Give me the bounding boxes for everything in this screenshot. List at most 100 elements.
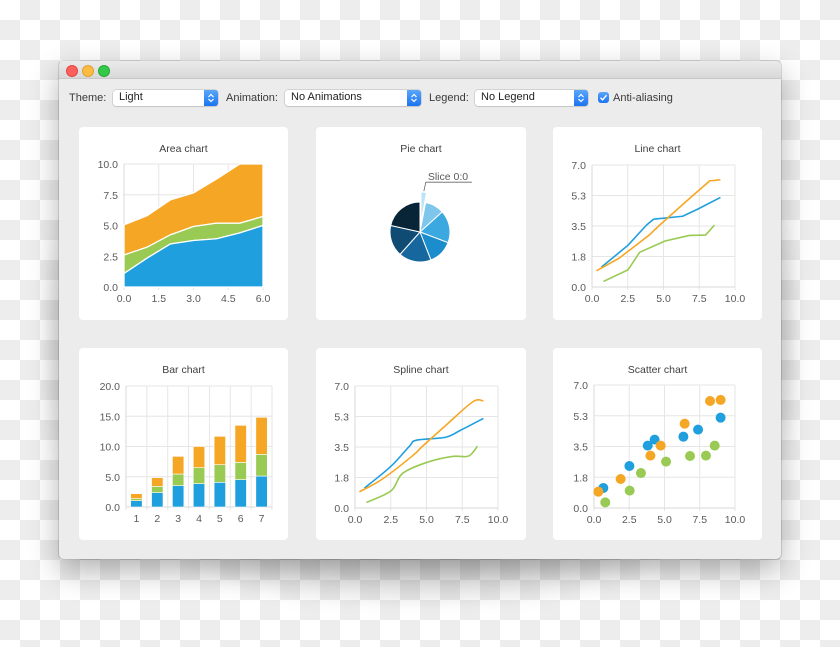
y-tick-label: 10.0 <box>100 442 121 454</box>
bar-segment <box>130 493 143 499</box>
bar-segment <box>192 467 206 484</box>
bar-segment <box>151 486 164 493</box>
close-window-button[interactable] <box>66 65 78 77</box>
animation-select[interactable]: No Animations <box>285 90 421 106</box>
bar-segment <box>255 417 268 455</box>
bar-segment <box>172 456 185 475</box>
minimize-window-button[interactable] <box>82 65 94 77</box>
bar-chart: 0.0 5.0 10.0 15.0 20.0 1 2 3 4 5 6 7 <box>100 381 273 525</box>
animation-label: Animation: <box>226 92 278 104</box>
y-tick-label: 7.0 <box>573 380 588 392</box>
y-tick-label: 5.3 <box>573 411 588 423</box>
bar-segment <box>192 483 206 508</box>
bar-segment <box>151 492 164 508</box>
y-tick-label: 10.0 <box>98 159 119 171</box>
area-chart-card: Area chart 0.0 2.5 5.0 7.5 10.0 0.0 1.5 3.0 4.5 6… <box>79 127 288 320</box>
theme-select-value: Light <box>119 91 143 103</box>
scatter-point <box>715 412 726 423</box>
line-series-2 <box>603 224 716 283</box>
theme-label: Theme: <box>69 92 107 104</box>
bar-segment <box>192 446 206 468</box>
y-tick-label: 20.0 <box>100 381 121 393</box>
theme-select[interactable]: Light <box>113 90 218 106</box>
bar-segment <box>255 475 268 508</box>
y-tick-label: 1.8 <box>334 473 349 485</box>
bar-segment <box>213 464 226 483</box>
scatter-point <box>661 456 672 467</box>
bar-segment <box>172 473 185 486</box>
pie-chart: Slice 0:0 <box>389 171 472 263</box>
x-tick-label: 0.0 <box>585 293 600 305</box>
y-tick-label: 3.5 <box>571 221 586 233</box>
scatter-point <box>693 424 704 435</box>
x-tick-label: 7.5 <box>692 514 707 526</box>
x-tick-label: 5 <box>217 513 223 525</box>
zoom-window-button[interactable] <box>98 65 110 77</box>
updown-chevron-icon <box>204 90 218 106</box>
antialiasing-checkbox[interactable] <box>598 92 609 103</box>
y-tick-label: 2.5 <box>103 251 118 263</box>
x-tick-label: 7.5 <box>455 514 470 526</box>
x-tick-label: 1 <box>134 513 140 525</box>
updown-chevron-icon <box>574 90 588 106</box>
legend-select-value: No Legend <box>481 91 535 103</box>
y-tick-label: 1.8 <box>573 472 588 484</box>
title-bar[interactable] <box>59 61 781 79</box>
scatter-point <box>624 485 635 496</box>
scatter-point <box>655 440 666 451</box>
x-tick-label: 5.0 <box>657 514 672 526</box>
x-tick-label: 4.5 <box>221 293 236 305</box>
x-tick-label: 1.5 <box>151 293 166 305</box>
scatter-point <box>600 497 611 508</box>
y-tick-label: 7.5 <box>103 190 118 202</box>
y-tick-label: 15.0 <box>100 411 121 423</box>
checkmark-icon <box>600 94 608 101</box>
area-chart: 0.02.55.07.510.00.0 1.5 3.0 4.5 6.0 <box>98 159 271 305</box>
y-tick-label: 5.0 <box>105 472 120 484</box>
x-tick-label: 7.5 <box>692 293 707 305</box>
scatter-point <box>635 468 646 479</box>
line-chart-card: Line chart 0.0 1.8 3.5 5.3 7.0 0.0 2.5 5.0 7.5 10… <box>553 127 762 320</box>
legend-label: Legend: <box>429 92 469 104</box>
updown-chevron-icon <box>407 90 421 106</box>
x-tick-label: 0.0 <box>348 514 363 526</box>
x-tick-label: 10.0 <box>488 514 509 526</box>
x-tick-label: 10.0 <box>725 514 746 526</box>
line-series-3 <box>596 179 721 272</box>
animation-select-value: No Animations <box>291 91 362 103</box>
app-window: Theme: Light Animation: No Animations Le… <box>59 61 781 559</box>
scatter-point <box>709 440 720 451</box>
bar-segment <box>213 436 226 465</box>
x-tick-label: 6 <box>238 513 244 525</box>
scatter-point <box>679 418 690 429</box>
x-tick-label: 5.0 <box>419 514 434 526</box>
x-tick-label: 3.0 <box>186 293 201 305</box>
bar-segment <box>213 482 226 508</box>
toolbar: Theme: Light Animation: No Animations Le… <box>59 88 781 108</box>
y-tick-label: 5.3 <box>334 412 349 424</box>
spline-chart-card: Spline chart 0.0 1.8 3.5 5.3 7.0 0.0 2.5 5.0 7.5… <box>316 348 526 540</box>
bar-segment <box>130 500 143 508</box>
scatter-chart-card: Scatter chart 0.0 1.8 3.5 5.3 7.0 0.0 2.5 5.0 7.… <box>553 348 762 540</box>
line-chart: 0.01.83.55.37.00.0 2.5 5.0 7.5 10.0 <box>571 160 746 305</box>
bar-segment <box>234 479 247 508</box>
x-tick-label: 5.0 <box>656 293 671 305</box>
antialiasing-label[interactable]: Anti-aliasing <box>613 92 673 104</box>
pie-chart-card: Pie chart Slice 0:0 <box>316 127 526 320</box>
y-tick-label: 7.0 <box>334 381 349 393</box>
legend-select[interactable]: No Legend <box>475 90 588 106</box>
x-tick-label: 0.0 <box>587 514 602 526</box>
x-tick-label: 0.0 <box>117 293 132 305</box>
bar-segment <box>234 462 247 480</box>
y-tick-label: 5.0 <box>103 221 118 233</box>
scatter-point <box>705 395 716 406</box>
x-tick-label: 10.0 <box>725 293 746 305</box>
y-tick-label: 0.0 <box>105 502 120 514</box>
x-tick-label: 6.0 <box>256 293 271 305</box>
pie-label-leader <box>423 181 472 192</box>
bar-segment <box>234 425 247 463</box>
scatter-point <box>645 450 656 461</box>
scatter-point <box>615 474 626 485</box>
y-tick-label: 5.3 <box>571 191 586 203</box>
x-tick-label: 2.5 <box>622 514 637 526</box>
